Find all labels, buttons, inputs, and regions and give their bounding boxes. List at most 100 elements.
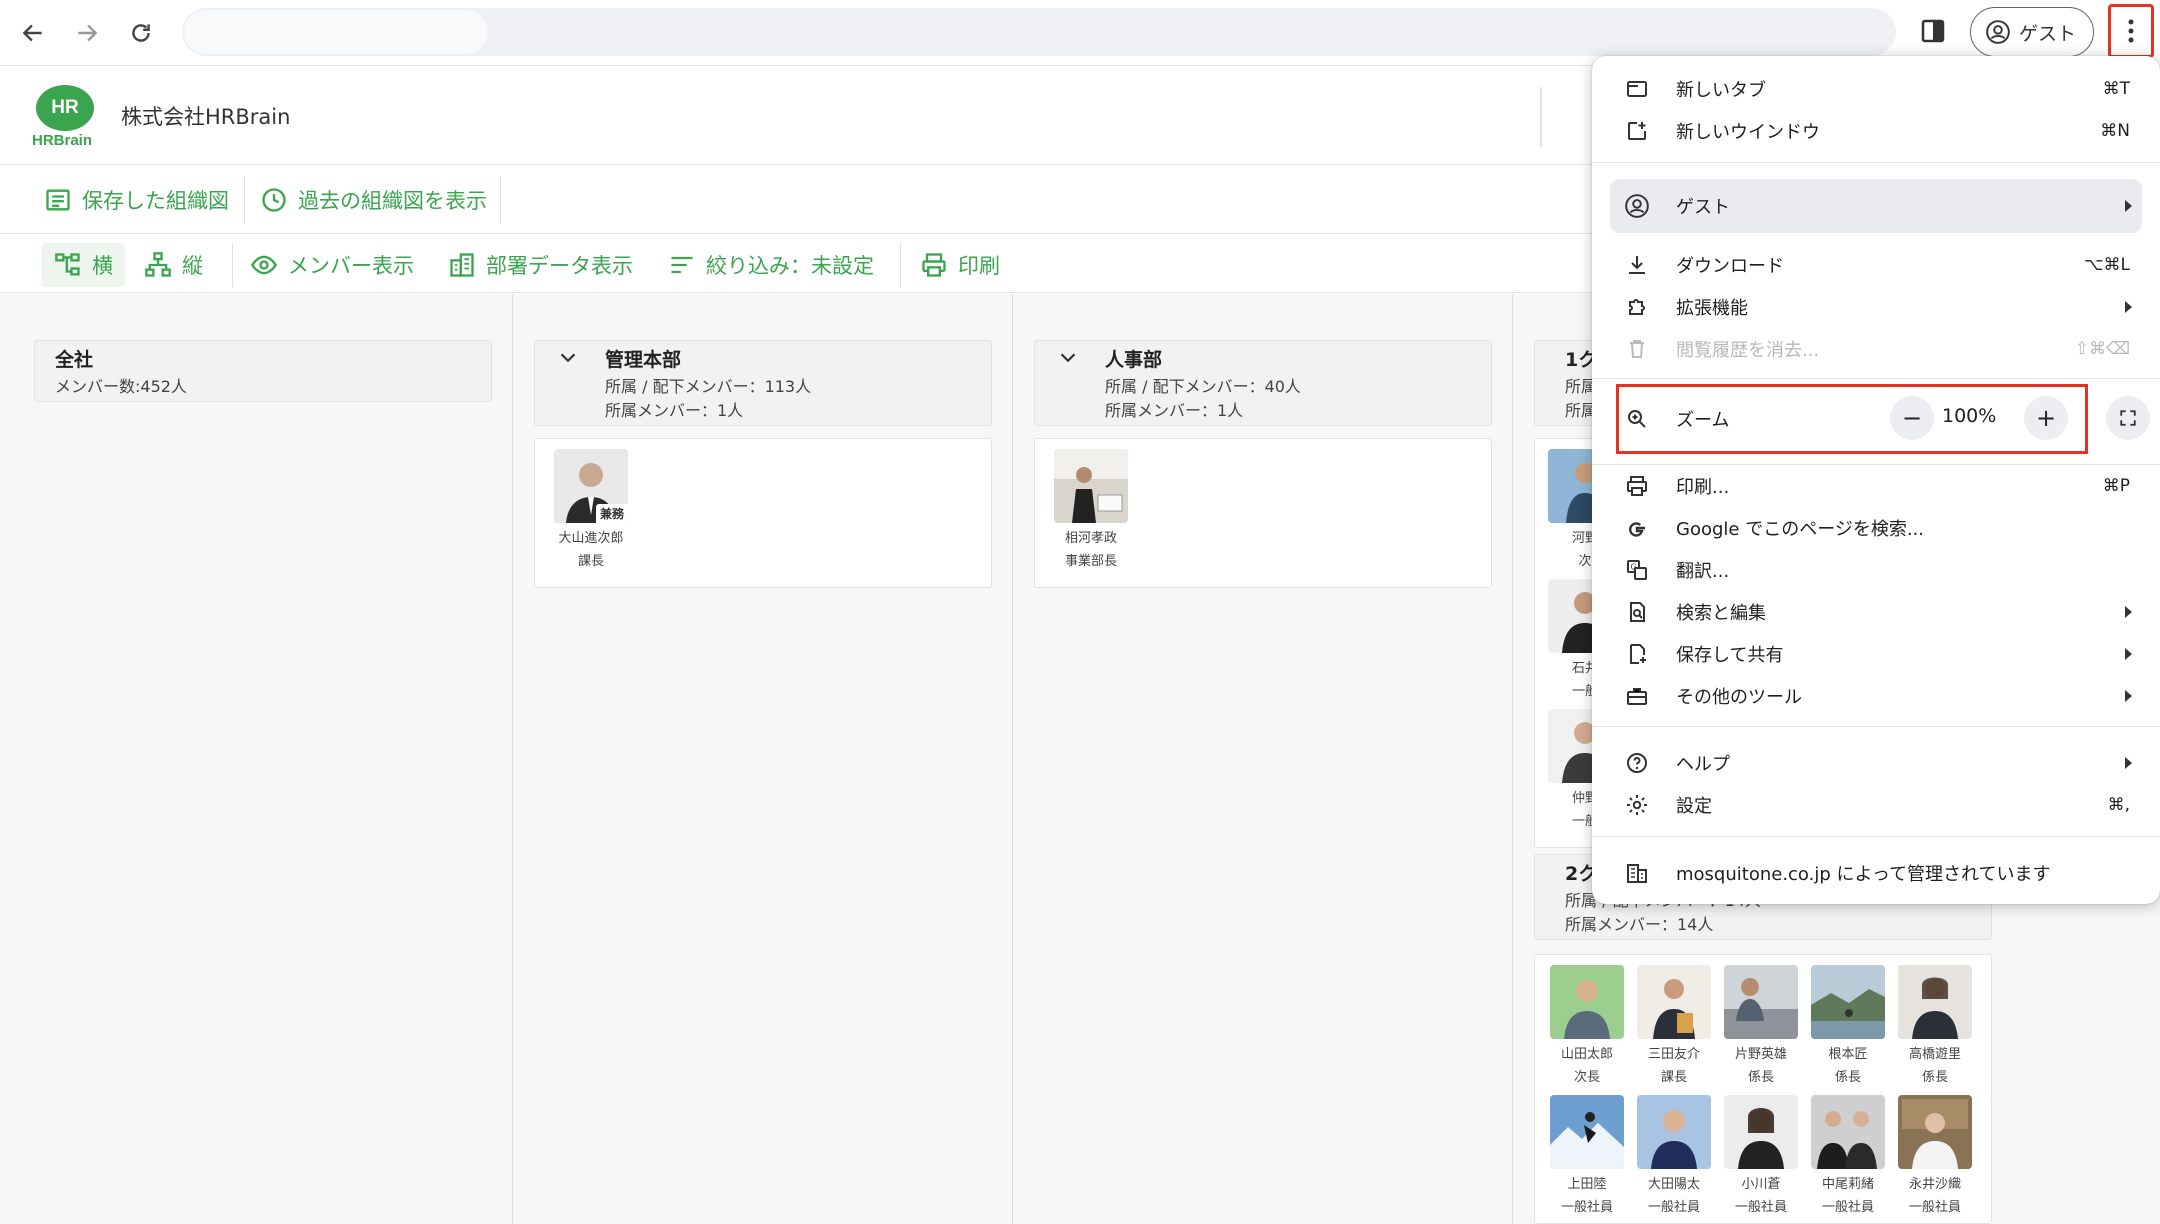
chevron-down-icon[interactable] (557, 347, 579, 369)
vertical-tree-icon (145, 252, 171, 277)
menu-print[interactable]: 印刷... ⌘P (1592, 465, 2160, 507)
menu-label: 閲覧履歴を消去... (1676, 340, 1820, 361)
dept-data-button[interactable]: 部署データ表示 (448, 243, 633, 287)
list-doc-icon (46, 189, 70, 211)
back-button[interactable] (14, 14, 52, 52)
member-box: 山田太郎 次長 三田友介 課長 片野英雄 係長 根本匠 係長 高橋遊里 係長 上… (1534, 954, 1992, 1224)
profile-chip[interactable]: ゲスト (1970, 7, 2094, 57)
concurrent-badge: 兼務 (595, 504, 628, 523)
vertical-label: 縦 (182, 254, 203, 278)
member-card[interactable]: 兼務 大山進次郎 課長 (547, 449, 635, 569)
side-panel-button[interactable] (1918, 16, 1952, 50)
submenu-arrow-icon (2125, 690, 2132, 702)
menu-divider (1592, 726, 2160, 727)
chevron-down-icon[interactable] (1057, 347, 1079, 369)
column-divider (512, 294, 513, 1224)
menu-save-share[interactable]: 保存して共有 (1592, 633, 2160, 675)
filter-label: 絞り込み：未設定 (706, 254, 874, 278)
member-card[interactable]: 大田陽太 一般社員 (1630, 1095, 1718, 1215)
member-name: 片野英雄 (1734, 1047, 1787, 1062)
menu-label: ダウンロード (1676, 256, 1784, 277)
member-photo (1811, 1095, 1885, 1169)
menu-label: 翻訳... (1676, 561, 1730, 582)
forward-button[interactable] (68, 14, 106, 52)
menu-extensions[interactable]: 拡張機能 (1592, 286, 2160, 328)
dept-meta: 所属メンバー：1人 (605, 401, 744, 420)
address-input[interactable] (184, 10, 488, 54)
chrome-menu-button[interactable] (2108, 4, 2154, 58)
member-box: 兼務 大山進次郎 課長 (534, 438, 992, 588)
address-bar[interactable] (182, 8, 1896, 56)
submenu-arrow-icon (2125, 606, 2132, 618)
member-card[interactable]: 根本匠 係長 (1804, 965, 1892, 1085)
horizontal-layout-button[interactable]: 横 (42, 243, 125, 287)
logo-text: HRBrain (32, 132, 93, 149)
menu-more-tools[interactable]: その他のツール (1592, 675, 2160, 717)
menu-google-search[interactable]: Google でこのページを検索... (1592, 507, 2160, 549)
menu-shortcut: ⌘N (2100, 121, 2130, 141)
print-button[interactable]: 印刷 (920, 243, 1000, 287)
menu-new-window[interactable]: 新しいウインドウ ⌘N (1592, 110, 2160, 152)
member-name: 大山進次郎 (558, 531, 624, 546)
member-display-button[interactable]: メンバー表示 (250, 243, 414, 287)
member-card[interactable]: 三田友介 課長 (1630, 965, 1718, 1085)
menu-label: 新しいタブ (1676, 80, 1766, 101)
fullscreen-button[interactable] (2106, 396, 2150, 440)
menu-label: ヘルプ (1676, 754, 1730, 775)
menu-translate[interactable]: G 翻訳... (1592, 549, 2160, 591)
submenu-arrow-icon (2125, 200, 2132, 212)
forward-arrow-icon (78, 24, 98, 42)
member-card[interactable]: 山田太郎 次長 (1543, 965, 1631, 1085)
menu-help[interactable]: ヘルプ (1592, 742, 2160, 784)
toolbar-divider (232, 243, 233, 287)
member-name: 根本匠 (1828, 1047, 1868, 1062)
member-card[interactable]: 上田陸 一般社員 (1543, 1095, 1631, 1215)
filter-button[interactable]: 絞り込み：未設定 (668, 243, 874, 287)
hrbrain-logo[interactable]: HR HRBrain (32, 85, 100, 151)
menu-managed-by[interactable]: mosquitone.co.jp によって管理されています (1592, 852, 2160, 894)
translate-icon: G (1624, 557, 1650, 583)
member-box: 相河孝政 事業部長 (1034, 438, 1492, 588)
dept-card[interactable]: 管理本部 所属 / 配下メンバー：113人 所属メンバー：1人 (534, 340, 992, 426)
submenu-arrow-icon (2125, 757, 2132, 769)
member-card[interactable]: 片野英雄 係長 (1717, 965, 1805, 1085)
member-card[interactable]: 高橋遊里 係長 (1891, 965, 1979, 1085)
printer-icon (922, 253, 946, 277)
menu-guest[interactable]: ゲスト (1592, 185, 2160, 227)
printer-icon (1624, 473, 1650, 499)
member-card[interactable]: 永井沙織 一般社員 (1891, 1095, 1979, 1215)
member-photo (1811, 965, 1885, 1039)
menu-label: 設定 (1676, 796, 1712, 817)
dept-title: 管理本部 (605, 349, 682, 371)
member-card[interactable]: 中尾莉緒 一般社員 (1804, 1095, 1892, 1215)
company-name: 株式会社HRBrain (121, 105, 291, 129)
menu-shortcut: ⌘P (2102, 476, 2130, 496)
dept-title: 全社 (55, 349, 94, 371)
dept-card-root[interactable]: 全社 メンバー数:452人 (34, 340, 492, 402)
building-icon (450, 253, 474, 277)
past-charts-button[interactable]: 過去の組織図を表示 (260, 178, 487, 222)
menu-divider (1592, 836, 2160, 837)
reload-button[interactable] (122, 14, 160, 52)
menu-search-edit[interactable]: 検索と編集 (1592, 591, 2160, 633)
member-name: 高橋遊里 (1908, 1047, 1961, 1062)
menu-shortcut: ⌥⌘L (2083, 255, 2130, 275)
header-divider (1540, 87, 1542, 147)
member-card[interactable]: 小川蒼 一般社員 (1717, 1095, 1805, 1215)
member-role: 一般社員 (1560, 1200, 1613, 1215)
menu-new-tab[interactable]: 新しいタブ ⌘T (1592, 68, 2160, 110)
menu-settings[interactable]: 設定 ⌘, (1592, 784, 2160, 826)
menu-clear-history[interactable]: 閲覧履歴を消去... ⇧⌘⌫ (1592, 328, 2160, 370)
dept-card[interactable]: 人事部 所属 / 配下メンバー：40人 所属メンバー：1人 (1034, 340, 1492, 426)
member-photo: 兼務 (554, 449, 628, 523)
vertical-layout-button[interactable]: 縦 (144, 243, 203, 287)
submenu-arrow-icon (2125, 301, 2132, 313)
menu-downloads[interactable]: ダウンロード ⌥⌘L (1592, 244, 2160, 286)
doc-save-icon (1624, 641, 1650, 667)
person-silhouette-icon (1898, 1095, 1972, 1169)
column-divider (1512, 294, 1513, 1224)
member-photo (1724, 965, 1798, 1039)
saved-charts-button[interactable]: 保存した組織図 (44, 178, 229, 222)
zoom-highlight-box (1616, 384, 2088, 454)
member-card[interactable]: 相河孝政 事業部長 (1047, 449, 1135, 569)
